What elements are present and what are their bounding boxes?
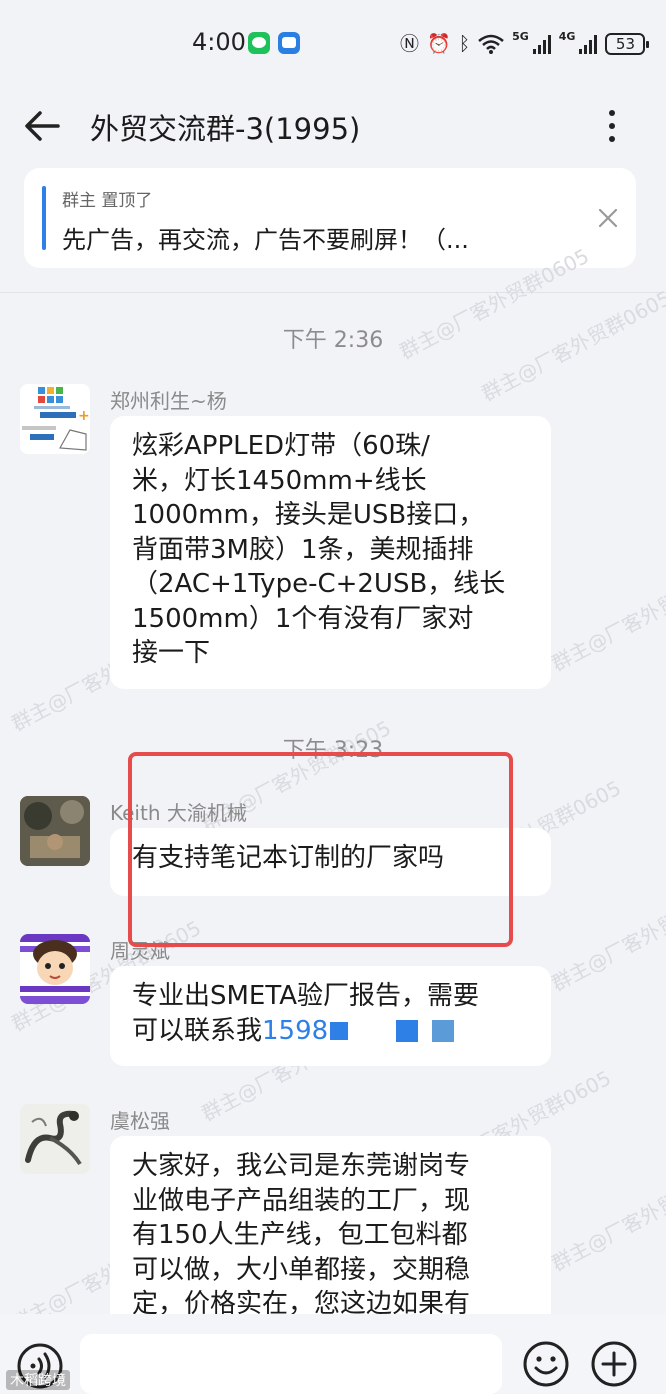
arrow-left-icon <box>25 111 60 141</box>
message-bubble[interactable]: 大家好，我公司是东莞谢岗专 业做电子产品组装的工厂，现 有150人生产线，包工包… <box>110 1136 551 1336</box>
more-dot-icon <box>609 110 615 116</box>
message-line: 可以做，大小单都接，交期稳 <box>132 1254 471 1285</box>
network-5g-label: 5G <box>512 30 529 43</box>
sender-name: 虞松强 <box>110 1109 170 1133</box>
emoji-button[interactable] <box>522 1340 570 1388</box>
sender-name: 郑州利生~杨 <box>110 389 227 413</box>
phone-link[interactable]: 1598 <box>262 1016 328 1046</box>
header-divider <box>0 292 666 293</box>
message-line: 业做电子产品组装的工厂，现 <box>132 1185 471 1216</box>
more-actions-button[interactable] <box>590 1340 638 1388</box>
more-options-button[interactable] <box>592 102 632 150</box>
more-dot-icon <box>609 136 615 142</box>
input-bar <box>0 1314 666 1394</box>
message-line: （2AC+1Type-C+2USB，线长 <box>132 569 506 599</box>
message-line: 米，灯长1450mm+线长 <box>132 465 427 496</box>
alarm-icon: ⏰ <box>427 32 451 55</box>
company-logo-icon: + <box>20 384 90 454</box>
wifi-icon <box>478 34 504 54</box>
signal-4g-icon <box>579 34 598 54</box>
signal-5g-icon <box>532 34 551 54</box>
avatar[interactable] <box>20 1104 90 1174</box>
redaction-mark <box>330 1022 349 1040</box>
message-line: 背面带3M胶）1条，美规插排 <box>132 534 474 565</box>
message-line: 专业出SMETA验厂报告，需要 <box>132 981 480 1011</box>
message-bubble[interactable]: 专业出SMETA验厂报告，需要 可以联系我1598 <box>110 966 551 1066</box>
pinned-text: 先广告，再交流，广告不要刷屏！（... <box>62 226 469 254</box>
battery-icon: 53 <box>605 33 650 55</box>
watermark: 群主@厂客外贸群0605 <box>547 1155 666 1276</box>
watermark: 群主@厂客外贸群0605 <box>547 555 666 676</box>
avatar[interactable] <box>20 934 90 1004</box>
system-icons: Ⓝ ⏰ ᛒ 5G 4G 53 <box>400 30 650 58</box>
message-line: 炫彩APPLED灯带（60珠/ <box>132 431 430 461</box>
chat-header: 外贸交流群-3(1995) <box>0 88 666 164</box>
cartoon-avatar-icon <box>20 934 90 1004</box>
dragon-avatar-icon <box>20 1104 90 1174</box>
redaction-mark <box>432 1020 455 1042</box>
app-notification-icon <box>278 32 300 54</box>
pinned-close-button[interactable] <box>596 206 620 230</box>
close-icon <box>598 208 618 228</box>
message-bubble[interactable]: 炫彩APPLED灯带（60珠/ 米，灯长1450mm+线长 1000mm，接头是… <box>110 416 551 689</box>
avatar[interactable]: + <box>20 384 90 454</box>
nfc-icon: Ⓝ <box>400 32 420 55</box>
network-4g-label: 4G <box>558 30 576 43</box>
photo-avatar-icon <box>20 796 90 866</box>
back-button[interactable] <box>18 102 66 150</box>
message-text: 可以联系我 <box>132 1015 263 1046</box>
bluetooth-icon: ᛒ <box>458 32 471 55</box>
watermark: 群主@厂客外贸群0605 <box>547 875 666 996</box>
redaction-mark <box>396 1020 419 1042</box>
message-line: 1000mm，接头是USB接口， <box>132 500 485 530</box>
message-input[interactable] <box>80 1334 502 1394</box>
message-line: 大家好，我公司是东莞谢岗专 <box>132 1151 471 1181</box>
chat-title: 外贸交流群-3(1995) <box>90 112 361 146</box>
emoji-icon <box>523 1341 569 1387</box>
svg-text:+: + <box>78 408 90 424</box>
status-bar: 4:00 Ⓝ ⏰ ᛒ 5G 4G 53 <box>0 0 666 88</box>
plus-icon <box>591 1341 637 1387</box>
time-separator: 下午 2:36 <box>282 328 384 353</box>
more-dot-icon <box>609 123 615 129</box>
pinned-accent-bar <box>42 186 46 250</box>
highlight-annotation <box>128 752 513 947</box>
avatar[interactable] <box>20 796 90 866</box>
pinned-label: 群主 置顶了 <box>62 191 153 211</box>
source-watermark: 木稻跨境 <box>6 1370 70 1390</box>
message-line: 接一下 <box>132 638 211 668</box>
wechat-notification-icon <box>248 32 270 54</box>
pinned-message[interactable]: 群主 置顶了 先广告，再交流，广告不要刷屏！（... <box>24 168 636 268</box>
status-time: 4:00 <box>192 28 246 56</box>
message-line: 有150人生产线，包工包料都 <box>132 1220 468 1250</box>
message-line: 1500mm）1个有没有厂家对 <box>132 603 474 634</box>
message-line: 可以联系我1598 <box>132 1014 529 1049</box>
